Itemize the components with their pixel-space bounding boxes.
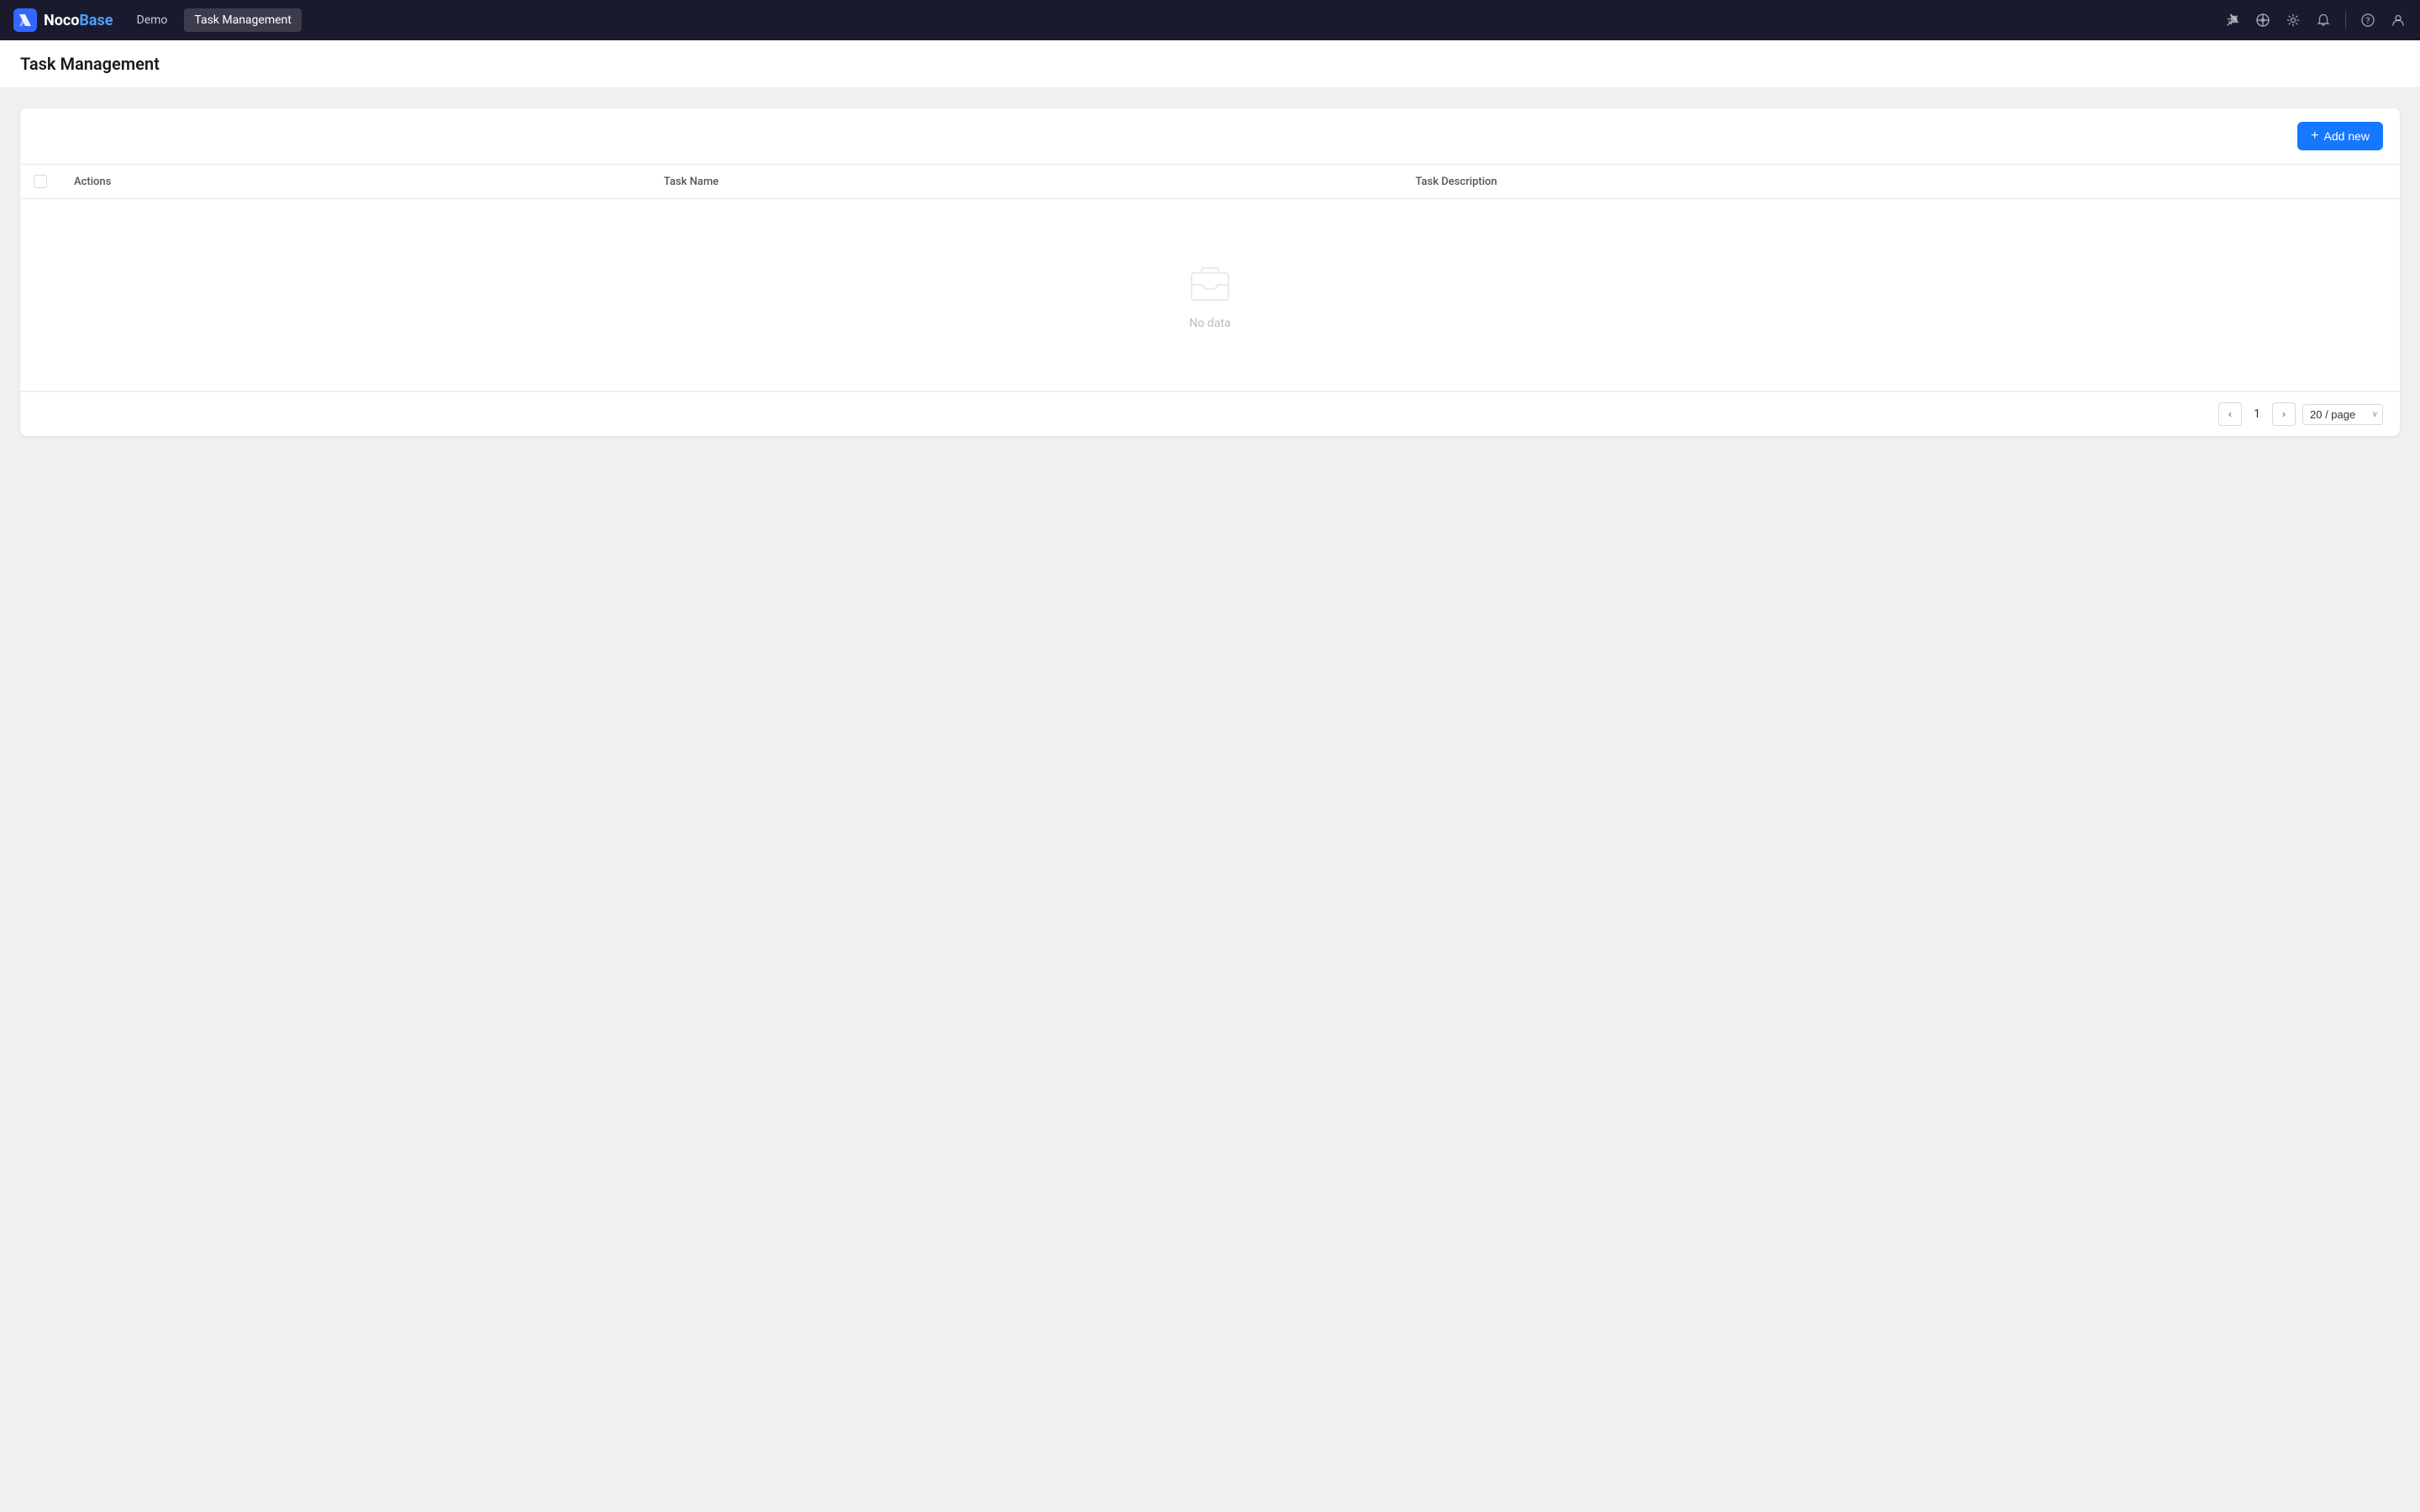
nav-item-demo[interactable]: Demo (127, 8, 178, 32)
page-title: Task Management (20, 54, 2400, 74)
bell-icon[interactable] (2315, 12, 2332, 29)
empty-state: No data (34, 209, 2386, 381)
actions-header-label: Actions (74, 176, 111, 188)
plugin-icon[interactable] (2254, 12, 2271, 29)
add-new-button[interactable]: + Add new (2297, 122, 2383, 150)
task-name-header-label: Task Name (664, 176, 718, 188)
table-toolbar: + Add new (20, 108, 2400, 164)
prev-page-button[interactable]: ‹ (2218, 402, 2242, 426)
pagination-bar: ‹ 1 › 10 / page 20 / page 50 / page 100 … (20, 391, 2400, 436)
help-icon[interactable]: ? (2360, 12, 2376, 29)
per-page-select[interactable]: 10 / page 20 / page 50 / page 100 / page (2302, 404, 2383, 425)
nav-item-task-management[interactable]: Task Management (184, 8, 301, 32)
logo-base: Base (79, 12, 113, 29)
add-new-label: Add new (2324, 129, 2370, 143)
logo-noco: Noco (44, 12, 79, 29)
empty-inbox-icon (1186, 260, 1234, 307)
page-header: Task Management (0, 40, 2420, 88)
prev-icon: ‹ (2228, 408, 2232, 420)
table-card: + Add new Actions Task Name (20, 108, 2400, 436)
actions-header: Actions (60, 165, 650, 199)
task-description-header: Task Description (1402, 165, 2400, 199)
task-name-header: Task Name (650, 165, 1402, 199)
checkbox-header (20, 165, 60, 199)
next-page-button[interactable]: › (2272, 402, 2296, 426)
data-table: Actions Task Name Task Description (20, 164, 2400, 391)
logo-text: NocoBase (44, 12, 113, 29)
topnav-actions: ? (2224, 12, 2407, 29)
next-icon: › (2282, 408, 2286, 420)
empty-state-cell: No data (20, 199, 2400, 391)
logo: NocoBase (13, 8, 113, 32)
empty-text: No data (1189, 317, 1230, 330)
user-icon[interactable] (2390, 12, 2407, 29)
table-head: Actions Task Name Task Description (20, 165, 2400, 199)
select-all-checkbox[interactable] (34, 175, 47, 188)
pin-icon[interactable] (2224, 12, 2241, 29)
settings-icon[interactable] (2285, 12, 2302, 29)
nav-separator (2345, 12, 2346, 29)
per-page-wrapper: 10 / page 20 / page 50 / page 100 / page (2302, 404, 2383, 425)
svg-text:?: ? (2366, 17, 2370, 26)
table-header-row: Actions Task Name Task Description (20, 165, 2400, 199)
plus-icon: + (2311, 129, 2318, 144)
empty-state-row: No data (20, 199, 2400, 391)
table-body: No data (20, 199, 2400, 391)
logo-icon (13, 8, 37, 32)
main-content: + Add new Actions Task Name (0, 88, 2420, 1512)
current-page: 1 (2249, 407, 2265, 421)
task-description-header-label: Task Description (1415, 176, 1497, 188)
top-nav: NocoBase Demo Task Management (0, 0, 2420, 40)
